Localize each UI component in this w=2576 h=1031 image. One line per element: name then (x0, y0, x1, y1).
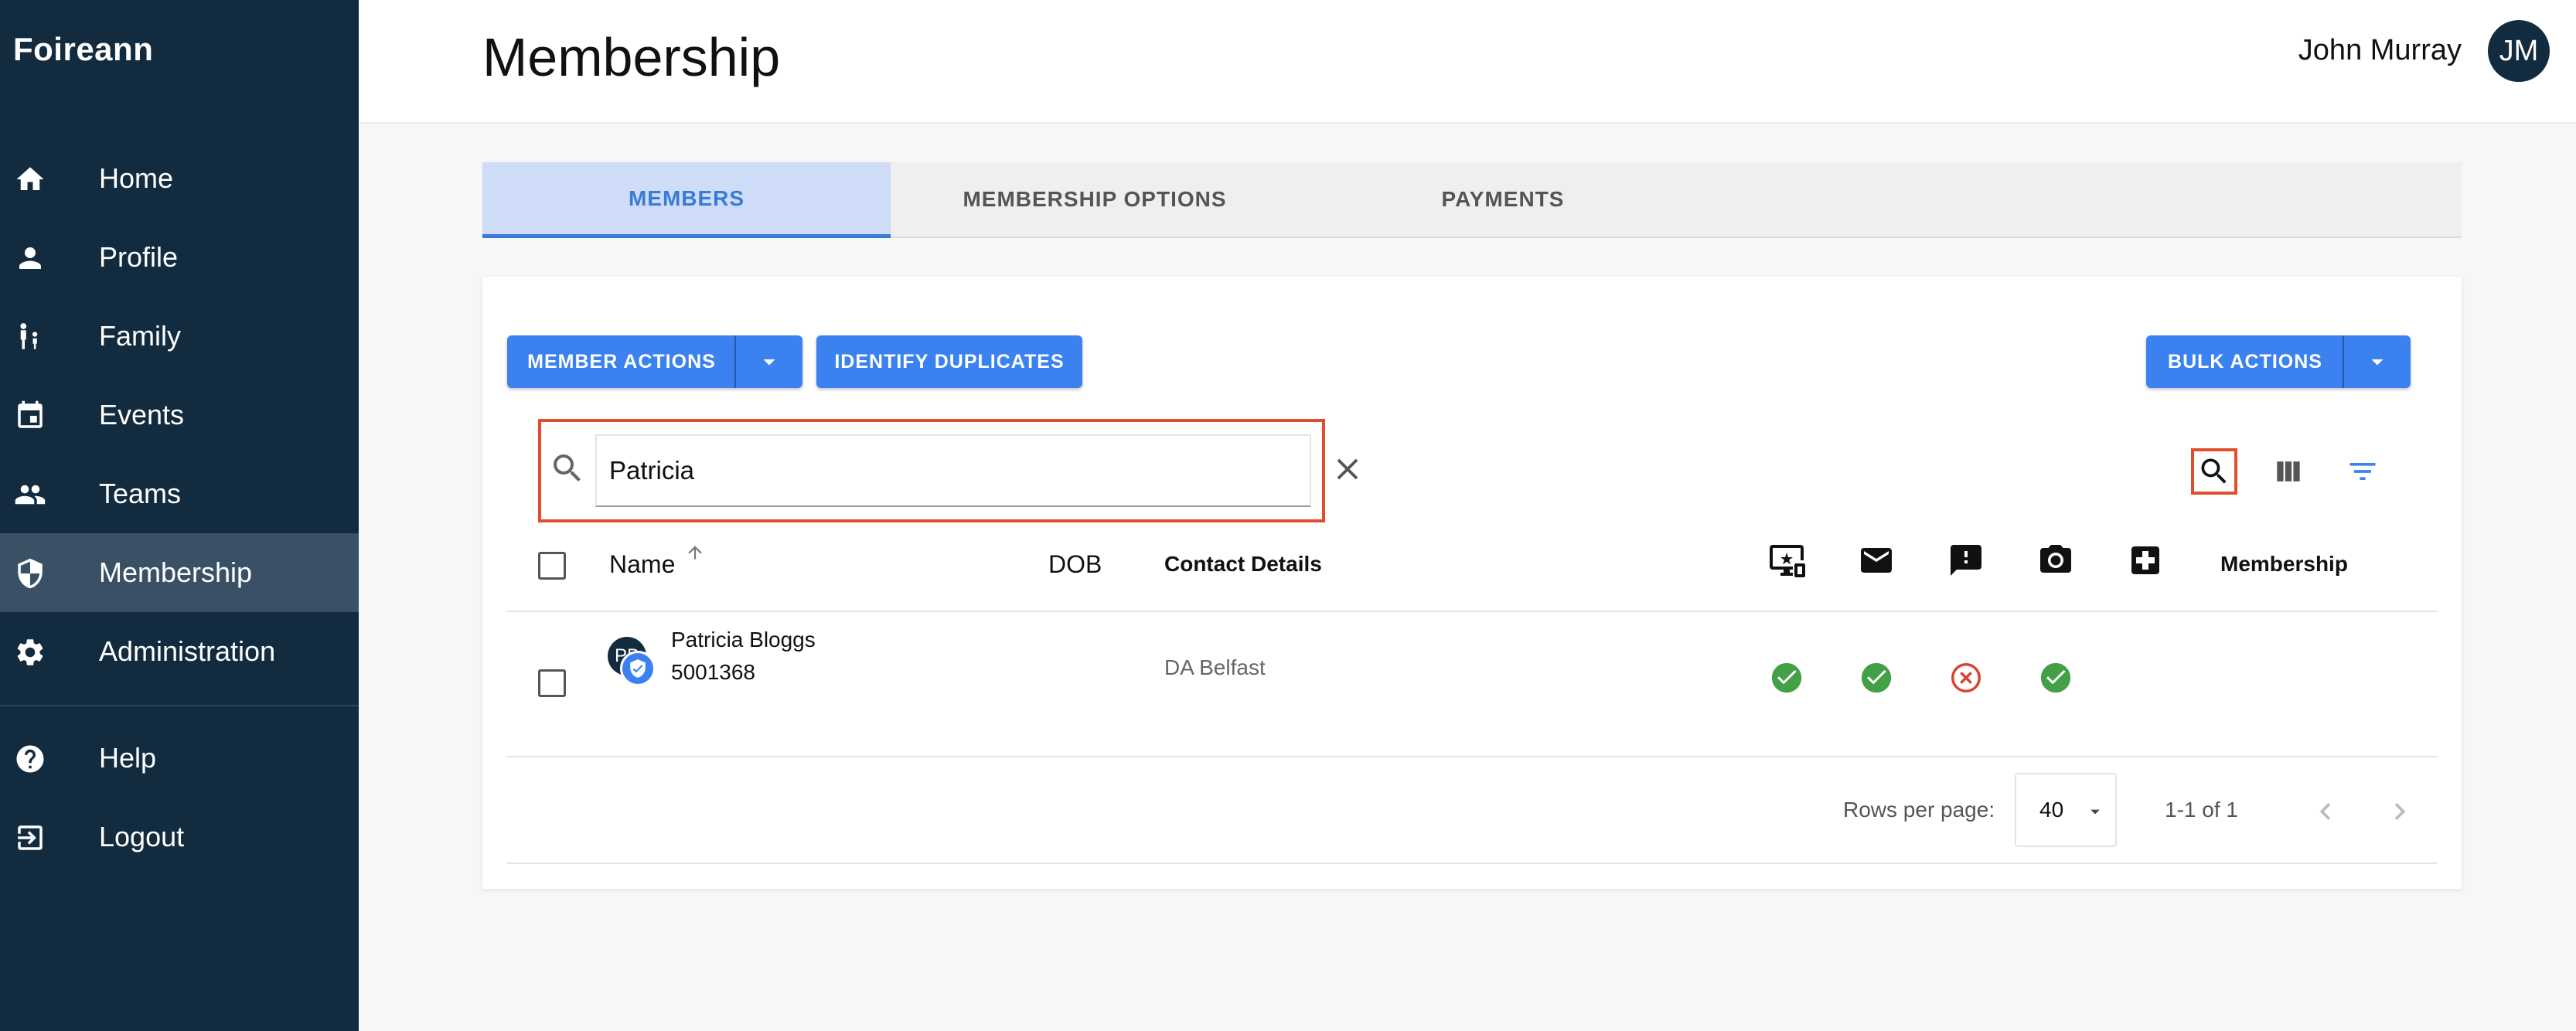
logout-icon (14, 822, 46, 854)
filter-icon[interactable] (2339, 448, 2386, 495)
search-icon (549, 450, 586, 487)
avatar[interactable]: JM (2488, 20, 2550, 82)
rows-per-page-label: Rows per page: (1843, 798, 1995, 822)
columns-icon[interactable] (2265, 448, 2312, 495)
header-divider (507, 611, 2437, 612)
sidebar-item-events[interactable]: Events (0, 376, 359, 454)
sidebar-item-membership[interactable]: Membership (0, 533, 359, 612)
pagination-range: 1-1 of 1 (2165, 798, 2238, 822)
brand-logo[interactable]: Foireann (13, 31, 153, 68)
rows-per-page-value: 40 (2039, 798, 2064, 822)
sidebar-item-teams[interactable]: Teams (0, 454, 359, 533)
member-id: 5001368 (671, 660, 756, 684)
bulk-actions-dropdown-button[interactable] (2344, 335, 2411, 388)
shield-icon (14, 557, 46, 590)
sidebar-item-label: Profile (99, 241, 179, 273)
search-input[interactable] (595, 434, 1311, 507)
caret-down-icon (763, 359, 775, 366)
person-icon (14, 242, 46, 274)
search-box (538, 419, 1325, 522)
column-header-membership[interactable]: Membership (2220, 552, 2348, 577)
mail-icon[interactable] (1857, 541, 1896, 580)
home-icon (14, 163, 46, 196)
sidebar-item-help[interactable]: Help (0, 719, 359, 798)
column-header-name[interactable]: Name (609, 550, 675, 579)
sidebar-item-label: Membership (99, 556, 253, 588)
group-icon (14, 478, 46, 511)
bulk-actions-button[interactable]: BULK ACTIONS (2146, 335, 2344, 388)
camera-icon[interactable] (2036, 541, 2075, 580)
sort-arrow-up-icon[interactable] (685, 543, 705, 563)
page-title: Membership (482, 27, 781, 87)
column-header-contact-details[interactable]: Contact Details (1164, 552, 1322, 577)
sidebar: Foireann Home Profile Family Events Team… (0, 0, 359, 1031)
sidebar-item-home[interactable]: Home (0, 139, 359, 218)
sidebar-item-label: Events (99, 399, 185, 430)
sidebar-item-label: Teams (99, 478, 182, 509)
sidebar-item-profile[interactable]: Profile (0, 218, 359, 297)
help-icon (14, 743, 46, 775)
row-divider (507, 756, 2437, 757)
search-toggle-icon[interactable] (2191, 448, 2237, 495)
tab-bar: MEMBERS MEMBERSHIP OPTIONS PAYMENTS (482, 162, 2462, 238)
sidebar-divider (0, 705, 359, 706)
tab-members[interactable]: MEMBERS (482, 162, 891, 238)
family-icon (14, 321, 46, 353)
column-header-dob[interactable]: DOB (1048, 550, 1102, 579)
calendar-icon (14, 400, 46, 432)
sidebar-item-label: Help (99, 742, 157, 774)
sidebar-item-label: Family (99, 320, 181, 352)
members-card: MEMBER ACTIONS IDENTIFY DUPLICATES BULK … (482, 277, 2462, 889)
chevron-left-icon[interactable] (2309, 795, 2343, 829)
tab-membership-options[interactable]: MEMBERSHIP OPTIONS (891, 162, 1299, 236)
chevron-right-icon[interactable] (2383, 795, 2417, 829)
sidebar-item-label: Administration (99, 635, 276, 667)
sidebar-item-administration[interactable]: Administration (0, 612, 359, 691)
check-circle-icon (1769, 660, 1804, 696)
gear-icon (14, 636, 46, 669)
row-checkbox[interactable] (538, 669, 566, 697)
footer-divider (507, 863, 2437, 864)
select-all-checkbox[interactable] (538, 552, 566, 580)
user-name[interactable]: John Murray (2298, 34, 2462, 67)
medical-plus-icon[interactable] (2126, 541, 2165, 580)
caret-down-icon (2090, 809, 2100, 815)
member-actions-dropdown-button[interactable] (736, 335, 802, 388)
identify-duplicates-button[interactable]: IDENTIFY DUPLICATES (816, 335, 1082, 388)
tab-payments[interactable]: PAYMENTS (1299, 162, 1707, 236)
sidebar-item-label: Home (99, 162, 174, 194)
cancel-circle-icon (1948, 660, 1984, 696)
alert-message-icon[interactable] (1947, 541, 1985, 580)
contact-details: DA Belfast (1164, 655, 1266, 679)
member-name[interactable]: Patricia Bloggs (671, 628, 816, 652)
check-circle-icon (2038, 660, 2073, 696)
verified-shield-icon (620, 651, 656, 686)
check-circle-icon (1859, 660, 1894, 696)
member-actions-button[interactable]: MEMBER ACTIONS (507, 335, 736, 388)
sidebar-item-family[interactable]: Family (0, 297, 359, 376)
devices-star-icon[interactable] (1767, 541, 1806, 580)
sidebar-item-logout[interactable]: Logout (0, 798, 359, 876)
page-header: Membership John Murray JM (359, 0, 2576, 124)
rows-per-page-select[interactable]: 40 (2015, 773, 2117, 847)
close-icon[interactable] (1330, 451, 1365, 487)
caret-down-icon (2371, 359, 2383, 366)
sidebar-item-label: Logout (99, 821, 185, 852)
